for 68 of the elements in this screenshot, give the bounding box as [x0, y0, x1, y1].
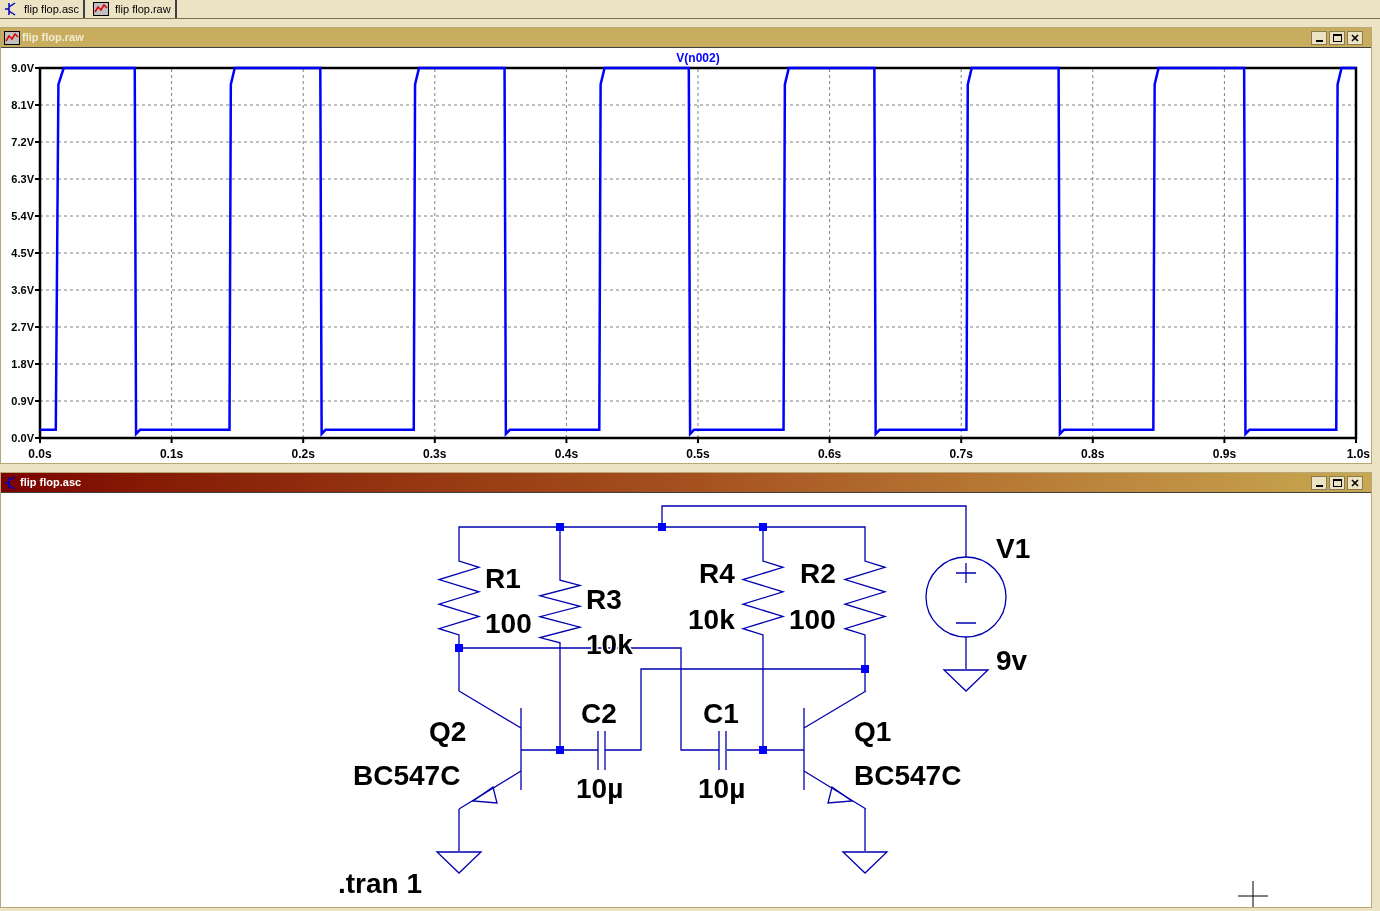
- component-name: R1: [485, 563, 521, 594]
- x-axis-label: 0.9s: [1212, 447, 1237, 461]
- window-title: flip flop.raw: [22, 30, 84, 46]
- component-value: BC547C: [854, 760, 962, 791]
- x-axis-label: 0.0s: [28, 447, 52, 461]
- y-axis-label: 2.7V: [11, 321, 34, 333]
- ground-symbol: [942, 669, 990, 692]
- component-name: C2: [581, 698, 617, 729]
- x-axis-label: 1.0s: [1346, 447, 1370, 461]
- component-value: 10k: [688, 604, 735, 635]
- minimize-icon: [1315, 39, 1323, 42]
- y-axis-label: 0.9V: [11, 395, 34, 407]
- component-value: BC547C: [353, 760, 461, 791]
- x-axis-label: 0.1s: [159, 447, 184, 461]
- close-icon: [1351, 478, 1359, 487]
- close-icon: [1351, 33, 1359, 42]
- window-title: flip flop.asc: [20, 475, 82, 491]
- component-name: Q1: [854, 716, 892, 747]
- maximize-button[interactable]: [1329, 475, 1345, 490]
- x-axis-label: 0.8s: [1081, 447, 1105, 461]
- maximize-icon: [1332, 33, 1342, 42]
- component-name: Q2: [429, 716, 467, 747]
- maximize-icon: [1332, 478, 1342, 487]
- x-axis-label: 0.3s: [423, 447, 447, 461]
- spice-directive: .tran 1: [338, 868, 423, 899]
- wire: [864, 808, 866, 852]
- transistor-icon: [4, 2, 18, 16]
- component-name: R3: [586, 584, 622, 615]
- close-button[interactable]: [1347, 475, 1363, 490]
- maximize-button[interactable]: [1329, 30, 1345, 45]
- y-axis-label: 7.2V: [11, 136, 34, 148]
- component-name: R4: [699, 558, 735, 589]
- component-name: R2: [800, 558, 836, 589]
- component-name: V1: [996, 533, 1031, 564]
- x-axis-label: 0.2s: [291, 447, 315, 461]
- y-axis-label: 8.1V: [11, 99, 34, 111]
- wire: [965, 636, 967, 670]
- y-axis-label: 1.8V: [11, 358, 34, 370]
- crosshair-cursor-icon: [1237, 880, 1269, 907]
- wire: [458, 808, 460, 852]
- x-axis-label: 0.4s: [554, 447, 579, 461]
- minimize-icon: [1315, 484, 1323, 487]
- y-axis-label: 6.3V: [11, 173, 34, 185]
- capacitor-symbol: [597, 730, 606, 771]
- component-value: 10µ: [576, 773, 624, 804]
- close-button[interactable]: [1347, 30, 1363, 45]
- transistor-icon: [4, 475, 18, 490]
- ground-symbol: [435, 851, 483, 874]
- component-name: C1: [703, 698, 739, 729]
- trace-label[interactable]: V(n002): [676, 51, 720, 65]
- waveform-icon: [93, 2, 110, 16]
- y-axis-label: 9.0V: [11, 62, 34, 74]
- component-value: 100: [485, 608, 532, 639]
- component-value: 9v: [996, 645, 1028, 676]
- x-axis-label: 0.7s: [949, 447, 973, 461]
- y-axis-label: 3.6V: [11, 284, 34, 296]
- y-axis-label: 4.5V: [11, 247, 34, 259]
- ground-symbol: [841, 851, 889, 874]
- waveform-icon: [4, 30, 20, 45]
- x-axis-label: 0.6s: [817, 447, 842, 461]
- component-value: 10µ: [698, 773, 746, 804]
- x-axis-label: 0.5s: [686, 447, 710, 461]
- capacitor-symbol: [718, 730, 727, 771]
- minimize-button[interactable]: [1311, 30, 1327, 45]
- y-axis-label: 0.0V: [11, 432, 34, 444]
- component-value: 100: [789, 604, 836, 635]
- y-axis-label: 5.4V: [11, 210, 34, 222]
- minimize-button[interactable]: [1311, 475, 1327, 490]
